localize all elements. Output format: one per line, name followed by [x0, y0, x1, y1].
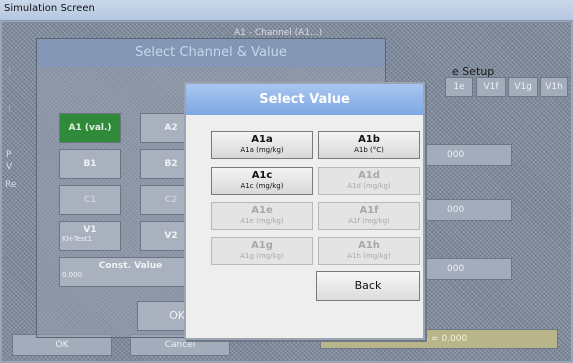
channel-c1-button[interactable]: C1 — [59, 185, 121, 215]
channel-header-label: A1 - Channel (A1...) — [234, 28, 323, 38]
value-a1f-button: A1f A1f (mg/kg) — [318, 202, 420, 230]
select-value-dialog: Select Value A1a A1a (mg/kg) A1b A1b (°C… — [184, 82, 425, 340]
value-a1e-button: A1e A1e (mg/kg) — [211, 202, 313, 230]
value-a1d-unit: A1d (mg/kg) — [347, 182, 391, 190]
channel-b1-button[interactable]: B1 — [59, 149, 121, 179]
value-a1b-unit: A1b (°C) — [354, 146, 384, 154]
value-a1b-button[interactable]: A1b A1b (°C) — [318, 131, 420, 159]
left-marker-1: I — [8, 66, 11, 77]
tab-1e[interactable]: 1e — [445, 77, 473, 97]
channel-v1-sub: KH-Test1 — [62, 235, 92, 243]
left-marker-v: V — [6, 162, 13, 172]
value-a1h-name: A1h — [358, 240, 380, 251]
value-field-3[interactable]: 000 — [426, 258, 512, 280]
back-button[interactable]: Back — [316, 271, 420, 301]
value-a1g-button: A1g A1g (mg/kg) — [211, 237, 313, 265]
value-a1f-name: A1f — [359, 205, 379, 216]
value-field-1[interactable]: 000 — [426, 144, 512, 166]
left-marker-2: I — [8, 104, 11, 115]
value-a1h-unit: A1h (mg/kg) — [347, 252, 391, 260]
value-a1d-name: A1d — [358, 170, 380, 181]
value-a1d-button: A1d A1d (mg/kg) — [318, 167, 420, 195]
value-a1b-name: A1b — [358, 134, 380, 145]
simulation-screen: A1 - Channel (A1...) I I P V Re e Setup … — [2, 22, 571, 361]
channel-v1-button[interactable]: V1 KH-Test1 — [59, 221, 121, 251]
value-a1e-unit: A1e (mg/kg) — [240, 217, 284, 225]
left-marker-re: Re — [5, 180, 17, 190]
left-marker-p: P — [6, 150, 12, 160]
value-a1f-unit: A1f (mg/kg) — [348, 217, 390, 225]
value-a1a-unit: A1a (mg/kg) — [240, 146, 284, 154]
tab-v1f[interactable]: V1f — [476, 77, 506, 97]
value-a1c-name: A1c — [251, 170, 273, 181]
value-a1a-name: A1a — [251, 134, 273, 145]
value-a1c-button[interactable]: A1c A1c (mg/kg) — [211, 167, 313, 195]
value-field-2[interactable]: 000 — [426, 199, 512, 221]
value-a1c-unit: A1c (mg/kg) — [240, 182, 284, 190]
select-channel-title: Select Channel & Value — [37, 39, 385, 67]
value-a1a-button[interactable]: A1a A1a (mg/kg) — [211, 131, 313, 159]
const-value-label: Const. Value — [98, 261, 163, 271]
value-a1g-unit: A1g (mg/kg) — [240, 252, 284, 260]
window-titlebar: Simulation Screen — [0, 0, 573, 21]
const-value-button[interactable]: Const. Value 0.000 — [59, 257, 202, 287]
channel-a1-button[interactable]: A1 (val.) — [59, 113, 121, 143]
const-value: 0.000 — [62, 271, 83, 279]
tab-v1h[interactable]: V1h — [540, 77, 568, 97]
value-a1h-button: A1h A1h (mg/kg) — [318, 237, 420, 265]
channel-v1-label: V1 — [83, 225, 97, 235]
value-a1e-name: A1e — [251, 205, 273, 216]
tab-v1g[interactable]: V1g — [508, 77, 538, 97]
value-a1g-name: A1g — [251, 240, 273, 251]
select-value-title: Select Value — [186, 84, 423, 115]
window-title: Simulation Screen — [4, 3, 95, 14]
